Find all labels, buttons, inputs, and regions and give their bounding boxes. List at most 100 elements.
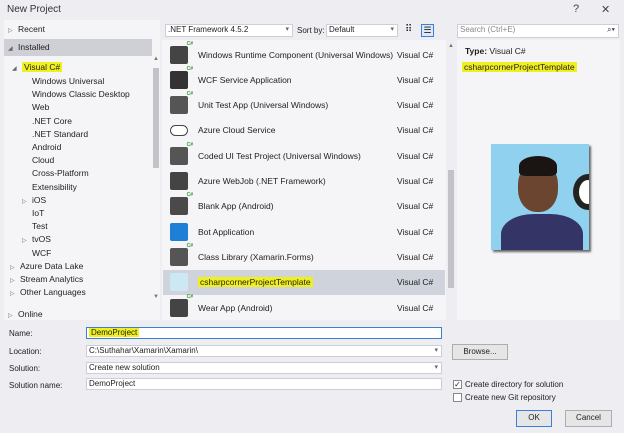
webjob-icon: [170, 172, 188, 190]
tree-item[interactable]: ▷ Stream Analytics: [10, 273, 83, 285]
framework-value: .NET Framework 4.5.2: [168, 25, 249, 34]
create-git-checkbox[interactable]: [453, 393, 462, 402]
location-select[interactable]: C:\Suthahar\Xamarin\Xamarin\: [86, 345, 442, 357]
tree-item[interactable]: ▷ Azure Data Lake: [10, 260, 83, 272]
solution-name-input[interactable]: DemoProject: [86, 378, 442, 390]
expand-arrow-icon[interactable]: ▷: [10, 288, 20, 300]
search-placeholder: Search (Ctrl+E): [460, 25, 516, 34]
help-button[interactable]: ?: [573, 3, 579, 15]
template-name: Bot Application: [198, 227, 397, 237]
tree-item[interactable]: ▷ Other Languages: [10, 286, 86, 298]
tree-scrollbar[interactable]: [153, 68, 159, 168]
sort-label: Sort by:: [297, 26, 325, 35]
expand-arrow-icon[interactable]: ▷: [22, 196, 32, 208]
template-language: Visual C#: [397, 176, 434, 186]
create-directory-checkbox[interactable]: ✓: [453, 380, 462, 389]
list-scrollbar[interactable]: [448, 170, 454, 288]
tree-label: WCF: [32, 247, 52, 258]
browse-button[interactable]: Browse...: [452, 344, 508, 360]
template-name-text: Unit Test App (Universal Windows): [198, 100, 329, 111]
location-label: Location:: [9, 347, 42, 356]
expand-arrow-icon[interactable]: ▷: [22, 235, 32, 247]
solution-value: Create new solution: [89, 363, 160, 372]
tree-item[interactable]: Cross-Platform: [32, 167, 89, 179]
tree-item[interactable]: Cloud: [32, 154, 54, 166]
tree-item[interactable]: WCF: [32, 247, 51, 259]
tree-label: Stream Analytics: [20, 274, 84, 285]
tree-item[interactable]: Windows Classic Desktop: [32, 88, 130, 100]
solution-select[interactable]: Create new solution: [86, 362, 442, 374]
template-row[interactable]: Bot Application Visual C#: [163, 219, 445, 244]
tree-item[interactable]: Test: [32, 220, 48, 232]
type-value: Visual C#: [489, 46, 526, 56]
template-row[interactable]: WCF Service Application Visual C#: [163, 66, 445, 92]
template-name: Wear App (Android): [198, 303, 397, 313]
framework-select[interactable]: .NET Framework 4.5.2: [165, 24, 293, 37]
expand-arrow-icon[interactable]: ▷: [10, 262, 20, 274]
expand-arrow-icon[interactable]: ▷: [10, 275, 20, 287]
template-row[interactable]: Class Library (Xamarin.Forms) Visual C#: [163, 243, 445, 269]
close-button[interactable]: ✕: [601, 3, 610, 16]
solution-label: Solution:: [9, 364, 41, 373]
template-language: Visual C#: [397, 74, 434, 85]
tree-item[interactable]: .NET Standard: [32, 128, 88, 140]
tree-item[interactable]: ▷ iOS: [22, 194, 46, 206]
template-row[interactable]: csharpcornerProjectTemplate Visual C#: [163, 269, 445, 295]
ok-button[interactable]: OK: [516, 410, 552, 427]
template-name-text: Class Library (Xamarin.Forms): [198, 251, 314, 262]
tree-label: tvOS: [32, 234, 51, 245]
coded-ui-test-icon: [170, 142, 193, 165]
tree-item[interactable]: Extensibility: [32, 181, 77, 193]
create-directory-label: Create directory for solution: [465, 380, 564, 389]
search-input[interactable]: Search (Ctrl+E) ⌕▾: [457, 24, 619, 38]
name-label: Name:: [9, 329, 33, 338]
tree-item[interactable]: IoT: [32, 207, 44, 219]
template-language: Visual C#: [397, 49, 434, 60]
template-language: Visual C#: [397, 150, 434, 161]
template-name: WCF Service Application: [198, 75, 397, 85]
tree-label: Test: [32, 221, 48, 232]
name-input[interactable]: DemoProject: [86, 327, 442, 339]
template-preview-image: [491, 144, 589, 250]
details-type: Type: Visual C#: [465, 46, 526, 56]
tree-label: .NET Standard: [32, 128, 89, 139]
template-row[interactable]: Blank App (Android) Visual C#: [163, 192, 445, 219]
template-row[interactable]: Azure WebJob (.NET Framework) Visual C#: [163, 169, 445, 194]
sort-select[interactable]: Default: [326, 24, 398, 37]
list-view-icon[interactable]: ☰: [421, 24, 434, 37]
tree-installed[interactable]: ◢ Installed: [4, 39, 152, 56]
template-row[interactable]: Windows Runtime Component (Universal Win…: [163, 41, 445, 67]
template-row[interactable]: Coded UI Test Project (Universal Windows…: [163, 142, 445, 168]
template-row[interactable]: Wear App (Android) Visual C#: [163, 294, 445, 320]
template-language: Visual C#: [397, 125, 434, 136]
solution-name-label: Solution name:: [9, 381, 63, 390]
scroll-up-icon[interactable]: ▲: [153, 56, 159, 62]
template-name-text: Windows Runtime Component (Universal Win…: [198, 49, 394, 60]
template-name: csharpcornerProjectTemplate: [198, 277, 397, 288]
winrt-component-icon: [170, 41, 193, 64]
template-row[interactable]: Unit Test App (Universal Windows) Visual …: [163, 91, 445, 118]
scroll-down-icon[interactable]: ▼: [153, 294, 159, 300]
tree-item[interactable]: Web: [32, 101, 49, 113]
bot-icon: [170, 222, 188, 241]
tree-online[interactable]: ▷ Online: [8, 308, 43, 320]
template-row[interactable]: Azure Cloud Service Visual C#: [163, 118, 445, 143]
tree-label: Installed: [18, 42, 50, 52]
template-name: Blank App (Android): [198, 201, 397, 211]
cancel-button[interactable]: Cancel: [565, 410, 612, 427]
unit-test-icon: [170, 91, 193, 115]
grid-view-icon[interactable]: ⠿: [405, 24, 417, 36]
template-name: Windows Runtime Component (Universal Win…: [198, 50, 397, 60]
tree-visual-csharp[interactable]: ◢ Visual C#: [12, 61, 63, 73]
tree-item[interactable]: .NET Core: [32, 115, 72, 127]
search-icon[interactable]: ⌕▾: [607, 25, 615, 35]
tree-item[interactable]: ▷ tvOS: [22, 233, 51, 245]
tree-recent[interactable]: ▷ Recent: [8, 23, 45, 35]
scroll-up-icon[interactable]: ▲: [448, 43, 454, 49]
tree-item[interactable]: Android: [32, 141, 61, 153]
tree-item[interactable]: Windows Universal: [32, 75, 104, 87]
tree-label: Cloud: [32, 155, 55, 166]
template-name-text: Wear App (Android): [198, 302, 273, 313]
template-name-text: csharpcornerProjectTemplate: [198, 277, 313, 288]
tree-label: Windows Classic Desktop: [32, 89, 130, 100]
